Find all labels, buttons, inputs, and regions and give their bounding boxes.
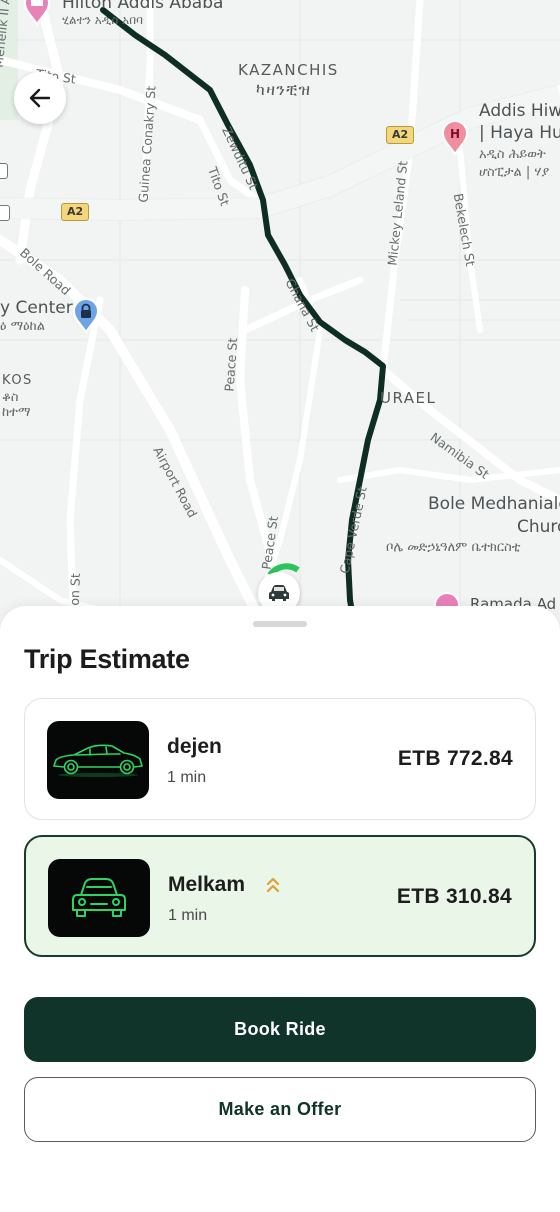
area-label: ካዛንቺዝ: [256, 80, 312, 99]
sedan-icon: [53, 744, 143, 777]
car-front-icon: [72, 878, 126, 917]
ride-eta: 1 min: [168, 907, 208, 924]
trip-estimate-sheet: Trip Estimate dejen 1 min ETB 772.84 Mel…: [0, 606, 560, 1212]
poi-label-hilton[interactable]: Hilton Addis Ababa: [62, 0, 223, 13]
road-badge-a2: A2: [61, 203, 90, 221]
area-label: ቆስ: [2, 390, 19, 405]
area-label: ከተማ: [2, 405, 31, 420]
map-view[interactable]: A2 A2 KAZANCHIS ካዛንቺዝ URAEL KOS ቆስ ከተማ H…: [0, 0, 560, 660]
ride-option-dejen[interactable]: dejen 1 min ETB 772.84: [24, 698, 536, 820]
car-front-icon: [269, 585, 289, 601]
ride-name: dejen: [167, 735, 222, 758]
book-ride-button[interactable]: Book Ride: [24, 997, 536, 1062]
area-label: URAEL: [380, 389, 437, 407]
poi-label-center-am: ዕ ማዕከል: [0, 319, 45, 334]
poi-label-addis-hiwot-am: ሆስፒታል | ሃያ: [479, 165, 550, 180]
road-badge-a2: A2: [386, 126, 415, 144]
hotel-pin-icon[interactable]: [22, 0, 52, 26]
bus-stop-icon: [0, 205, 10, 221]
poi-label-addis-hiwot[interactable]: Addis Hiw: [479, 101, 560, 121]
lock-pin-icon[interactable]: [71, 298, 101, 334]
bus-stop-icon: [0, 163, 8, 179]
ride-name: Melkam: [168, 873, 246, 896]
poi-label-bole-medhaniale[interactable]: Bole Medhaniale: [428, 494, 560, 514]
svg-text:H: H: [450, 127, 460, 141]
ride-price: ETB 772.84: [397, 747, 513, 770]
area-label: KOS: [2, 373, 33, 388]
poi-label-bole-medhaniale: Churc: [517, 517, 560, 537]
poi-label-center[interactable]: y Center: [0, 298, 73, 318]
sheet-title: Trip Estimate: [24, 644, 190, 674]
poi-label-hilton-am: ሂልተን አዲስ አበባ: [62, 13, 143, 27]
arrow-left-icon: [29, 88, 51, 108]
double-chevron-up-icon: [266, 877, 280, 893]
ride-eta: 1 min: [167, 769, 207, 786]
area-label: KAZANCHIS: [238, 61, 339, 79]
ride-thumbnail: [47, 721, 149, 799]
poi-label-addis-hiwot: | Haya Hul: [479, 123, 560, 143]
sheet-drag-handle[interactable]: [253, 621, 307, 627]
ride-option-melkam[interactable]: Melkam 1 min ETB 310.84: [24, 835, 536, 957]
back-button[interactable]: [14, 72, 66, 124]
ride-price: ETB 310.84: [396, 885, 512, 908]
poi-label-bole-medhaniale-am: ቦሌ መድኃኒዓለም ቤተክርስቲ: [386, 540, 521, 555]
poi-label-addis-hiwot-am: አዲስ ሕይወት: [479, 147, 546, 162]
hospital-pin-icon[interactable]: H: [440, 120, 470, 156]
make-offer-button[interactable]: Make an Offer: [24, 1077, 536, 1142]
ride-thumbnail: [48, 859, 150, 937]
